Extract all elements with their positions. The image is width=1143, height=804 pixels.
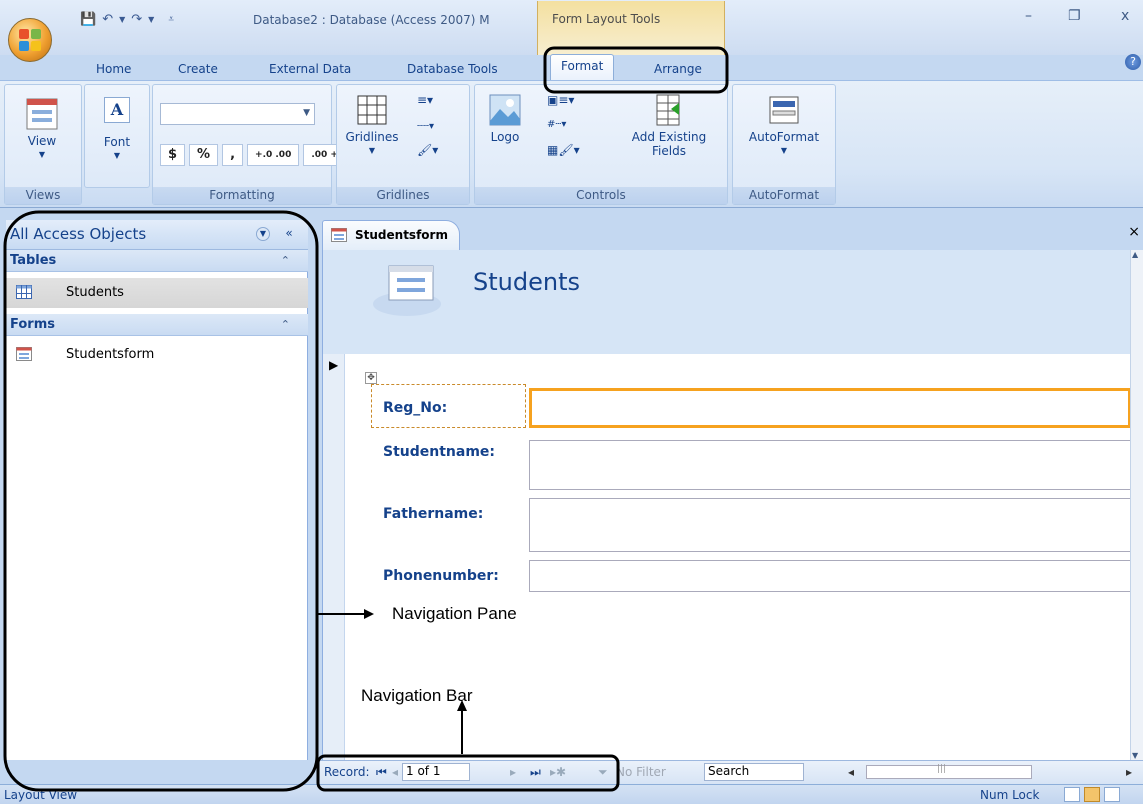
navigation-bar-callout bbox=[316, 754, 620, 792]
format-arrange-callout bbox=[543, 46, 729, 94]
annotation-overlay bbox=[3, 46, 729, 792]
office-button[interactable] bbox=[8, 18, 52, 62]
navigation-pane-callout bbox=[3, 210, 319, 792]
access-window: Form Layout Tools 💾 ↶ ▼ ↷ ▼ ⩡ Database2 … bbox=[0, 0, 1143, 804]
office-logo-icon bbox=[19, 29, 41, 51]
navigation-pane-annotation: Navigation Pane bbox=[392, 604, 517, 623]
navigation-bar-annotation: Navigation Bar bbox=[361, 686, 473, 705]
